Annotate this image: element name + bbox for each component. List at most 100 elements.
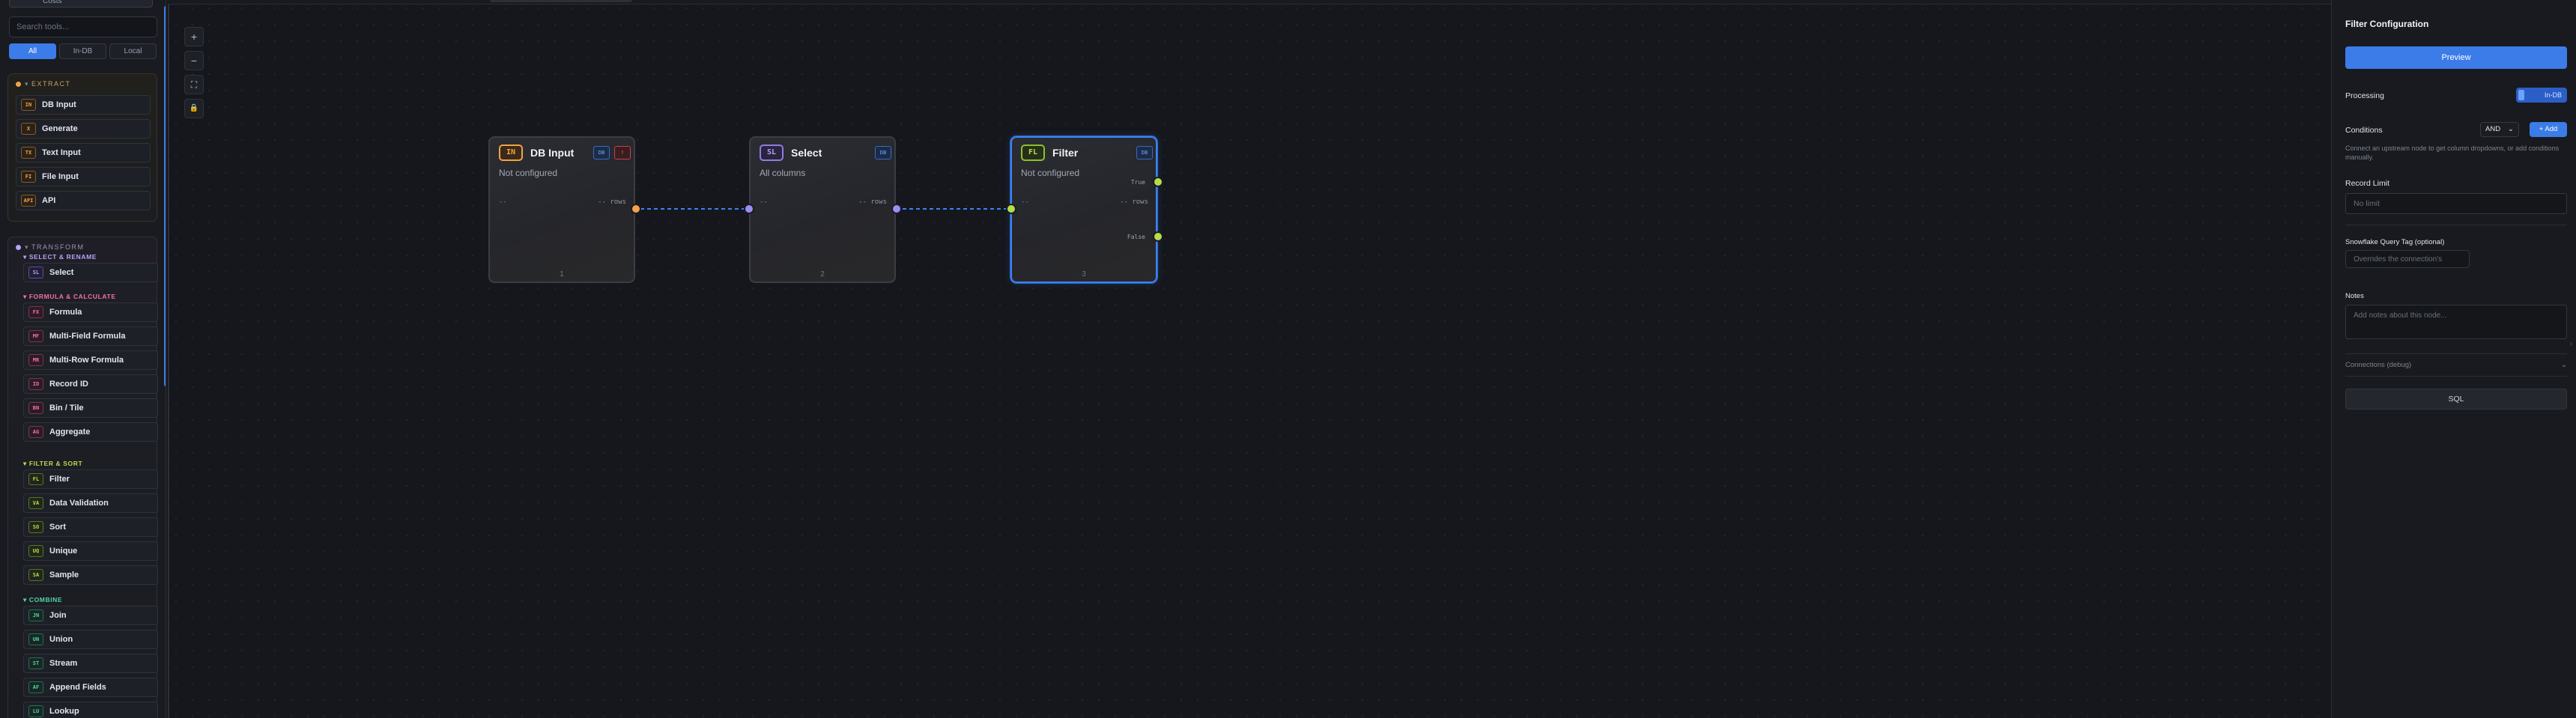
tool-append-fields[interactable]: AF Append Fields — [23, 678, 158, 697]
tool-label: Record ID — [49, 380, 88, 389]
lock-button[interactable]: 🔒 — [184, 99, 204, 118]
tool-sample[interactable]: SA Sample — [23, 565, 158, 585]
tool-label: Sample — [49, 571, 79, 579]
append-fields-icon: AF — [28, 681, 43, 693]
workflow-canvas[interactable]: + − ⛶ 🔒 IN DB Input DB ! Not configured … — [168, 0, 2331, 718]
tool-label: Multi-Field Formula — [49, 332, 126, 341]
node-header: IN DB Input DB ! — [499, 144, 631, 161]
node-status: All columns — [760, 168, 806, 178]
tool-sort[interactable]: SO Sort — [23, 517, 158, 537]
notes-textarea[interactable] — [2345, 305, 2567, 339]
panel-resize-handle-icon[interactable]: › — [2570, 340, 2572, 348]
group-select-rename[interactable]: ▾ SELECT & RENAME — [23, 252, 97, 261]
node-title: Filter — [1052, 147, 1079, 159]
false-output-port[interactable] — [1153, 231, 1163, 242]
processing-label: Processing — [2345, 91, 2384, 100]
tool-palette: Costs All In-DB Local ▾EXTRACT INDB Inpu… — [0, 0, 166, 718]
input-port[interactable] — [744, 204, 754, 214]
generate-icon: X — [21, 123, 36, 135]
tool-api[interactable]: API API — [16, 191, 151, 210]
output-port[interactable] — [631, 204, 641, 214]
record-limit-label: Record Limit — [2345, 179, 2389, 188]
node-field-count: -- — [1021, 198, 1029, 206]
join-icon: JN — [28, 609, 43, 621]
stream-icon: ST — [28, 657, 43, 669]
tool-lookup[interactable]: LU Lookup — [23, 702, 158, 718]
in-db-badge: DB — [593, 146, 610, 159]
tool-text-input[interactable]: TX Text Input — [16, 143, 151, 162]
filter-in-db[interactable]: In-DB — [59, 43, 106, 59]
tool-select[interactable]: SL Select — [23, 263, 158, 282]
record-limit-input[interactable] — [2345, 193, 2567, 214]
conditions-label: Conditions — [2345, 126, 2383, 135]
output-port[interactable] — [891, 204, 902, 214]
zoom-out-button[interactable]: − — [184, 51, 204, 70]
logic-select[interactable]: AND ⌄ — [2480, 122, 2519, 137]
tool-bin-tile[interactable]: BN Bin / Tile — [23, 398, 158, 418]
tool-multi-field-formula[interactable]: MF Multi-Field Formula — [23, 326, 158, 346]
zoom-in-button[interactable]: + — [184, 27, 204, 46]
group-filter-sort[interactable]: ▾ FILTER & SORT — [23, 459, 82, 468]
section-transform-title: TRANSFORM — [31, 243, 85, 251]
input-port[interactable] — [1006, 204, 1016, 214]
node-field-count: -- — [499, 198, 507, 206]
tool-data-validation[interactable]: VA Data Validation — [23, 493, 158, 513]
chevron-down-icon: ⌄ — [2561, 361, 2567, 369]
lookup-icon: LU — [28, 705, 43, 717]
tool-aggregate[interactable]: AG Aggregate — [23, 422, 158, 442]
canvas-toolbar-stub — [490, 0, 632, 2]
section-extract-header[interactable]: ▾ EXTRACT — [8, 79, 151, 89]
node-filter[interactable]: FL Filter DB Not configured True -- -- r… — [1006, 136, 1163, 283]
formula-icon: FX — [28, 306, 43, 318]
connections-debug-toggle[interactable]: Connections (debug) ⌄ — [2345, 361, 2567, 369]
transform-dot-icon — [16, 244, 21, 250]
add-condition-button[interactable]: + Add — [2530, 122, 2567, 137]
node-row-count: -- rows — [858, 198, 887, 206]
filter-all[interactable]: All — [9, 43, 56, 59]
filter-local[interactable]: Local — [109, 43, 157, 59]
tool-filter[interactable]: FL Filter — [23, 469, 158, 489]
group-combine[interactable]: ▾ COMBINE — [23, 595, 62, 604]
sql-button[interactable]: SQL — [2345, 389, 2567, 410]
tool-formula[interactable]: FX Formula — [23, 302, 158, 322]
fit-view-button[interactable]: ⛶ — [184, 75, 204, 94]
group-formula-calculate[interactable]: ▾ FORMULA & CALCULATE — [23, 292, 116, 301]
sample-icon: SA — [28, 569, 43, 581]
node-status: Not configured — [1021, 168, 1080, 178]
tool-unique[interactable]: UQ Unique — [23, 541, 158, 561]
node-status: Not configured — [499, 168, 558, 178]
tool-file-input[interactable]: FI File Input — [16, 167, 151, 186]
tool-label: Multi-Row Formula — [49, 356, 124, 365]
tool-label: Select — [49, 268, 74, 277]
true-output-port[interactable] — [1153, 177, 1163, 187]
tool-db-input[interactable]: IN DB Input — [16, 95, 151, 115]
tool-label: Unique — [49, 547, 78, 556]
tool-record-id[interactable]: ID Record ID — [23, 374, 158, 394]
api-icon: API — [21, 195, 36, 207]
tool-generate[interactable]: X Generate — [16, 119, 151, 139]
tool-label: Filter — [49, 475, 70, 484]
tool-label: DB Input — [42, 100, 76, 109]
tool-label: Union — [49, 635, 73, 644]
node-select[interactable]: SL Select DB All columns -- -- rows 2 — [744, 136, 902, 283]
palette-scrollbar[interactable] — [164, 6, 166, 386]
toggle-knob — [2518, 90, 2524, 100]
tool-union[interactable]: UN Union — [23, 630, 158, 649]
filter-icon: FL — [1021, 144, 1045, 161]
processing-toggle[interactable]: In-DB — [2516, 88, 2567, 103]
tool-stream[interactable]: ST Stream — [23, 654, 158, 673]
tool-search-input[interactable] — [9, 16, 157, 37]
snowflake-tag-input[interactable] — [2345, 250, 2470, 268]
sort-icon: SO — [28, 521, 43, 533]
section-transform: ▾ TRANSFORM ▾ SELECT & RENAME SL Select ▾ … — [7, 237, 158, 718]
preview-button[interactable]: Preview — [2345, 46, 2567, 69]
tool-join[interactable]: JN Join — [23, 606, 158, 625]
aggregate-icon: AG — [28, 426, 43, 438]
tool-label: Stream — [49, 659, 78, 668]
node-db-input[interactable]: IN DB Input DB ! Not configured -- -- ro… — [488, 136, 641, 283]
record-id-icon: ID — [28, 378, 43, 390]
section-transform-header[interactable]: ▾ TRANSFORM — [8, 242, 151, 252]
node-field-count: -- — [760, 198, 768, 206]
tool-multi-row-formula[interactable]: MR Multi-Row Formula — [23, 350, 158, 370]
node-row-count: -- rows — [1120, 198, 1148, 206]
